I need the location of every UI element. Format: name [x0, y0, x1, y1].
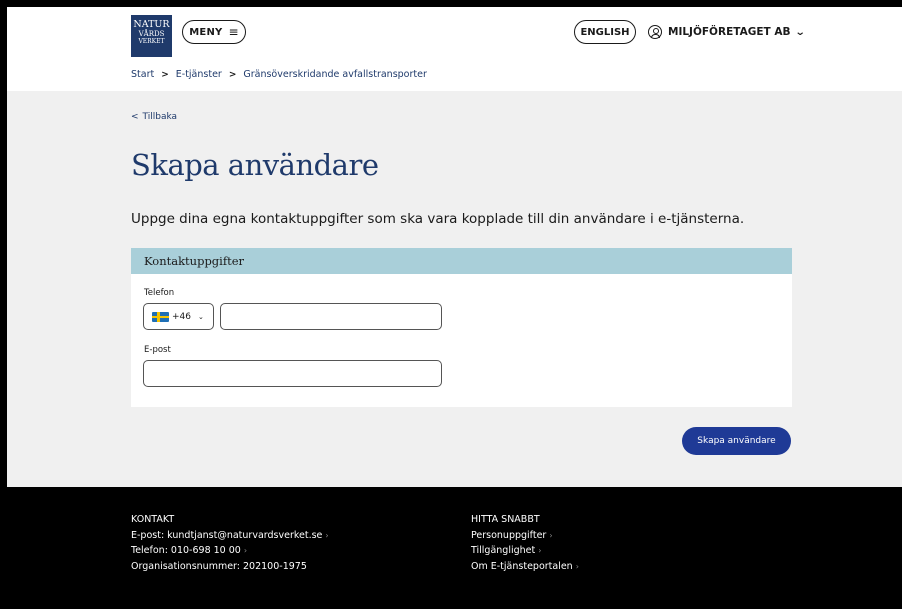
footer-phone-link[interactable]: Telefon: 010-698 10 00 › — [131, 543, 329, 559]
footer-link-tillganglighet[interactable]: Tillgänglighet › — [471, 543, 579, 559]
site-footer: KONTAKT E-post: kundtjanst@naturvardsver… — [7, 487, 902, 609]
sweden-flag-icon — [152, 311, 169, 322]
phone-label: Telefon — [144, 288, 175, 298]
footer-email-link[interactable]: E-post: kundtjanst@naturvardsverket.se › — [131, 528, 329, 544]
phone-input[interactable] — [220, 303, 442, 330]
country-code-value: +46 — [172, 311, 191, 322]
page-title: Skapa användare — [131, 148, 379, 182]
chevron-down-icon: ⌄ — [795, 26, 807, 38]
browser-viewport: NATUR VÅRDS VERKET MENY ≡ ENGLISH MILJÖF… — [7, 7, 902, 609]
menu-button[interactable]: MENY ≡ — [182, 20, 246, 44]
main-content: < Tillbaka Skapa användare Uppge dina eg… — [7, 91, 902, 487]
back-label: Tillbaka — [142, 112, 178, 122]
language-button[interactable]: ENGLISH — [574, 20, 636, 44]
card-heading: Kontaktuppgifter — [131, 248, 792, 274]
chevron-left-icon: < — [131, 112, 139, 122]
menu-label: MENY — [189, 26, 223, 38]
contact-card: Kontaktuppgifter Telefon +46 ⌄ E-post — [131, 248, 792, 407]
hamburger-icon: ≡ — [228, 25, 239, 39]
country-code-select[interactable]: +46 ⌄ — [143, 303, 214, 330]
back-link[interactable]: < Tillbaka — [131, 112, 177, 122]
language-label: ENGLISH — [580, 26, 630, 38]
footer-link-om-portalen[interactable]: Om E-tjänsteportalen › — [471, 559, 579, 575]
create-user-button[interactable]: Skapa användare — [682, 427, 791, 455]
email-input[interactable] — [143, 360, 442, 387]
footer-contact: KONTAKT E-post: kundtjanst@naturvardsver… — [131, 512, 329, 574]
breadcrumb-separator-icon: > — [228, 69, 237, 80]
breadcrumb-e-tjanster[interactable]: E-tjänster — [176, 69, 222, 80]
footer-quick-heading: HITTA SNABBT — [471, 514, 540, 525]
email-label: E-post — [144, 345, 171, 355]
logo-line-3: VERKET — [138, 38, 165, 45]
naturvardsverket-logo[interactable]: NATUR VÅRDS VERKET — [131, 15, 172, 57]
footer-org-number: Organisationsnummer: 202100-1975 — [131, 560, 307, 572]
logo-line-2: VÅRDS — [138, 30, 165, 38]
breadcrumb-start[interactable]: Start — [131, 69, 154, 80]
site-header: NATUR VÅRDS VERKET MENY ≡ ENGLISH MILJÖF… — [7, 7, 902, 91]
account-menu[interactable]: MILJÖFÖRETAGET AB ⌄ — [648, 20, 807, 44]
chevron-down-icon: ⌄ — [198, 312, 204, 321]
breadcrumb-separator-icon: > — [161, 69, 169, 80]
account-label: MILJÖFÖRETAGET AB — [668, 26, 791, 38]
footer-contact-heading: KONTAKT — [131, 514, 175, 525]
footer-quick-links: HITTA SNABBT Personuppgifter › Tillgängli… — [471, 512, 579, 574]
user-circle-icon — [648, 25, 662, 39]
logo-line-1: NATUR — [133, 19, 170, 30]
footer-link-personuppgifter[interactable]: Personuppgifter › — [471, 528, 579, 544]
breadcrumb-current[interactable]: Gränsöverskridande avfallstransporter — [243, 69, 427, 80]
intro-text: Uppge dina egna kontaktuppgifter som ska… — [131, 211, 745, 227]
breadcrumb: Start > E-tjänster > Gränsöverskridande … — [131, 69, 427, 80]
